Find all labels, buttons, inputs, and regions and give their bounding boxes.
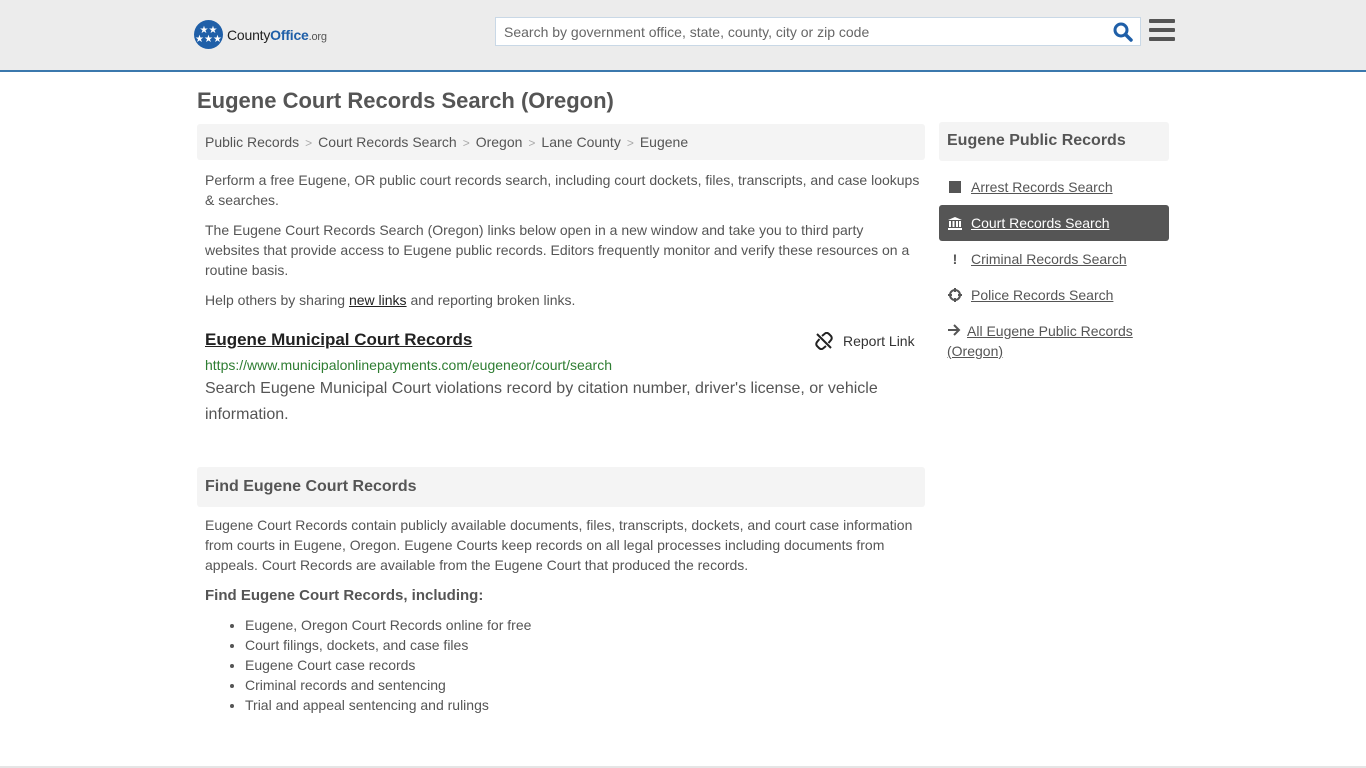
help-text: Help others by sharing [205, 292, 349, 308]
sidebar-item-label[interactable]: All Eugene Public Records (Oregon) [947, 323, 1133, 359]
sidebar-item-police-records[interactable]: Police Records Search [939, 277, 1169, 313]
breadcrumb-item[interactable]: Lane County [541, 134, 620, 150]
sidebar-item-label[interactable]: Criminal Records Search [971, 251, 1127, 267]
crosshair-icon [947, 288, 963, 302]
page-title: Eugene Court Records Search (Oregon) [197, 88, 614, 113]
hamburger-line [1149, 37, 1175, 41]
sidebar-item-label[interactable]: Court Records Search [971, 215, 1110, 231]
hamburger-menu-button[interactable] [1149, 19, 1175, 42]
logo-eagle-icon: ★★ ★★★ [194, 20, 223, 49]
breadcrumb-separator: > [305, 136, 313, 150]
broken-link-icon [815, 332, 833, 350]
logo[interactable]: ★★ ★★★ CountyOffice.org [194, 20, 327, 49]
list-item: Criminal records and sentencing [245, 675, 531, 695]
breadcrumb-item[interactable]: Oregon [476, 134, 523, 150]
sidebar-heading: Eugene Public Records [939, 122, 1169, 161]
search-icon [1113, 22, 1133, 42]
sidebar-item-criminal-records[interactable]: ! Criminal Records Search [939, 241, 1169, 277]
search-button[interactable] [1112, 21, 1134, 43]
resource-link-url: https://www.municipalonlinepayments.com/… [205, 357, 612, 373]
find-list: Eugene, Oregon Court Records online for … [245, 615, 531, 715]
hamburger-icon [1149, 19, 1175, 23]
breadcrumb-separator: > [626, 136, 634, 150]
hamburger-line [1149, 28, 1175, 32]
sidebar-item-all-public-records[interactable]: All Eugene Public Records (Oregon) [939, 321, 1169, 361]
breadcrumb-item[interactable]: Eugene [640, 134, 688, 150]
courthouse-icon [947, 216, 963, 230]
find-section-body: Eugene Court Records contain publicly av… [205, 517, 913, 573]
find-section-subheading: Find Eugene Court Records, including: [205, 587, 484, 604]
resource-link-description: Search Eugene Municipal Court violations… [205, 380, 878, 423]
find-section-heading: Find Eugene Court Records [197, 467, 925, 507]
resource-link-title[interactable]: Eugene Municipal Court Records [205, 330, 472, 350]
breadcrumb-separator: > [462, 136, 470, 150]
sidebar-item-label[interactable]: Police Records Search [971, 287, 1113, 303]
arrow-right-icon [947, 321, 963, 341]
list-item: Court filings, dockets, and case files [245, 635, 531, 655]
help-text: and reporting broken links. [406, 292, 576, 308]
report-link-button[interactable]: Report Link [815, 332, 915, 350]
logo-text: CountyOffice.org [227, 26, 327, 43]
breadcrumb-item[interactable]: Public Records [205, 134, 299, 150]
breadcrumb: Public Records > Court Records Search > Oreg… [197, 124, 925, 160]
sidebar-item-label[interactable]: Arrest Records Search [971, 179, 1113, 195]
search-box [495, 17, 1141, 46]
list-item: Eugene Court case records [245, 655, 531, 675]
exclamation-icon: ! [952, 251, 958, 267]
top-bar: ★★ ★★★ CountyOffice.org [0, 0, 1366, 72]
breadcrumb-separator: > [528, 136, 536, 150]
report-link-label: Report Link [843, 333, 915, 349]
intro-paragraph: The Eugene Court Records Search (Oregon)… [205, 222, 910, 278]
square-icon [947, 181, 963, 193]
intro-paragraph: Perform a free Eugene, OR public court r… [205, 172, 920, 208]
list-item: Trial and appeal sentencing and rulings [245, 695, 531, 715]
breadcrumb-item[interactable]: Court Records Search [318, 134, 457, 150]
search-input[interactable] [496, 18, 1096, 45]
sidebar-item-arrest-records[interactable]: Arrest Records Search [939, 169, 1169, 205]
list-item: Eugene, Oregon Court Records online for … [245, 615, 531, 635]
sidebar-item-court-records[interactable]: Court Records Search [939, 205, 1169, 241]
new-links-link[interactable]: new links [349, 292, 407, 308]
help-paragraph: Help others by sharing new links and rep… [205, 290, 920, 310]
